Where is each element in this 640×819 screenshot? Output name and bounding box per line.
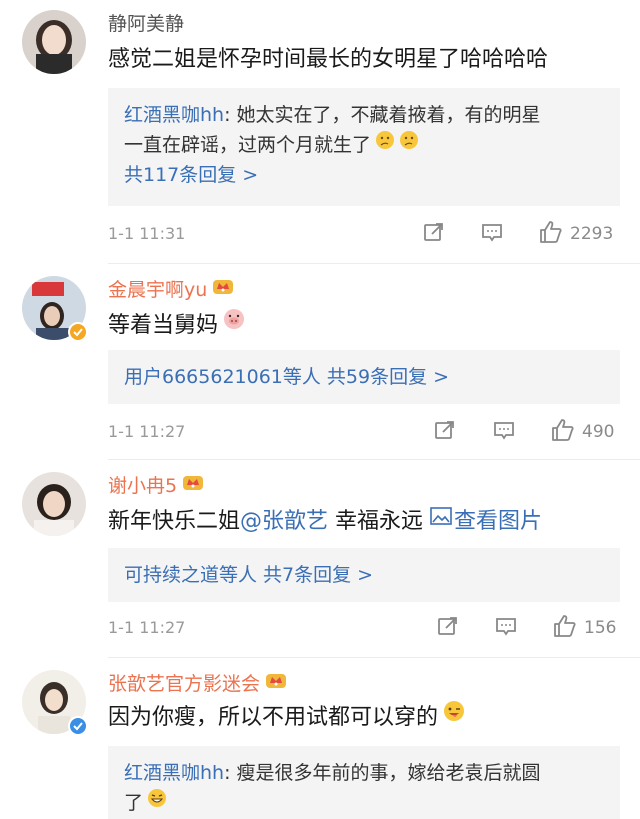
thinking-emoji xyxy=(375,129,395,159)
comment-item: 张歆艺官方影迷会 因为你瘦，所以不用试都可以穿的 红酒黑咖hh: 瘦是很多年前的… xyxy=(0,658,640,819)
timestamp: 1-1 11:31 xyxy=(108,224,186,243)
wink-emoji xyxy=(442,699,466,733)
comment-text: 等着当舅妈 xyxy=(108,307,620,342)
comment-icon[interactable] xyxy=(492,418,516,446)
reply-line: 红酒黑咖hh: 她太实在了，不藏着掖着，有的明星 xyxy=(124,104,541,126)
comment-footer: 1-1 11:27 156 xyxy=(108,614,620,642)
reply-line: 红酒黑咖hh: 瘦是很多年前的事，嫁给老袁后就圆 xyxy=(124,762,541,784)
timestamp: 1-1 11:27 xyxy=(108,618,186,637)
thinking-emoji xyxy=(399,129,419,159)
pig-emoji xyxy=(222,307,246,341)
share-icon[interactable] xyxy=(433,418,457,446)
crown-icon xyxy=(264,670,288,696)
like-icon[interactable] xyxy=(538,219,564,249)
like-icon[interactable] xyxy=(550,417,576,447)
comment-icon[interactable] xyxy=(480,220,504,248)
share-icon[interactable] xyxy=(422,220,446,248)
like-count: 490 xyxy=(582,422,615,442)
like-button[interactable]: 490 xyxy=(550,418,614,446)
avatar[interactable] xyxy=(22,10,86,74)
username[interactable]: 谢小冉5 xyxy=(108,474,205,498)
comment-icon[interactable] xyxy=(494,614,518,642)
username[interactable]: 金晨宇啊yu xyxy=(108,278,235,302)
share-icon[interactable] xyxy=(436,614,460,642)
verified-icon xyxy=(68,322,88,342)
crown-icon xyxy=(181,472,205,498)
reply-line: 一直在辟谣，过两个月就生了 xyxy=(124,130,604,160)
comment-text: 感觉二姐是怀孕时间最长的女明星了哈哈哈哈 xyxy=(108,47,549,72)
like-button[interactable]: 2293 xyxy=(538,220,613,248)
comment-text: 因为你瘦，所以不用试都可以穿的 xyxy=(108,699,620,734)
reply-line: 了 xyxy=(124,788,604,818)
view-replies-link[interactable]: 可持续之道等人 共7条回复 > xyxy=(124,560,604,590)
reply-username[interactable]: 红酒黑咖hh xyxy=(124,762,224,784)
reply-preview[interactable]: 可持续之道等人 共7条回复 > xyxy=(108,548,620,602)
comment-footer: 1-1 11:31 2293 xyxy=(108,220,620,248)
reply-username[interactable]: 红酒黑咖hh xyxy=(124,104,224,126)
comment-text: 新年快乐二姐@张歆艺 幸福永远 查看图片 xyxy=(108,506,620,538)
view-picture-link[interactable]: 查看图片 xyxy=(430,507,542,534)
like-count: 2293 xyxy=(570,224,614,244)
avatar[interactable] xyxy=(22,472,86,536)
username[interactable]: 静阿美静 xyxy=(108,12,184,36)
timestamp: 1-1 11:27 xyxy=(108,422,186,441)
picture-icon xyxy=(430,504,452,536)
like-icon[interactable] xyxy=(552,613,578,643)
comment-item: 谢小冉5 新年快乐二姐@张歆艺 幸福永远 查看图片 可持续之道等人 共7条回复 … xyxy=(0,460,640,656)
comment-footer: 1-1 11:27 490 xyxy=(108,418,620,446)
username[interactable]: 张歆艺官方影迷会 xyxy=(108,672,288,696)
view-replies-link[interactable]: 用户6665621061等人 共59条回复 > xyxy=(124,362,604,392)
like-button[interactable]: 156 xyxy=(552,614,616,642)
like-count: 156 xyxy=(584,618,617,638)
reply-preview[interactable]: 红酒黑咖hh: 瘦是很多年前的事，嫁给老袁后就圆 了 xyxy=(108,746,620,819)
reply-preview[interactable]: 用户6665621061等人 共59条回复 > xyxy=(108,350,620,404)
grin-emoji xyxy=(147,787,167,817)
comment-item: 金晨宇啊yu 等着当舅妈 用户6665621061等人 共59条回复 > 1-1… xyxy=(0,264,640,458)
view-replies-link[interactable]: 共117条回复 > xyxy=(124,160,604,190)
comment-item: 静阿美静 感觉二姐是怀孕时间最长的女明星了哈哈哈哈 红酒黑咖hh: 她太实在了，… xyxy=(0,0,640,262)
verified-icon xyxy=(68,716,88,736)
reply-preview[interactable]: 红酒黑咖hh: 她太实在了，不藏着掖着，有的明星 一直在辟谣，过两个月就生了 共… xyxy=(108,88,620,206)
crown-icon xyxy=(211,276,235,302)
mention-link[interactable]: @张歆艺 xyxy=(240,509,328,534)
